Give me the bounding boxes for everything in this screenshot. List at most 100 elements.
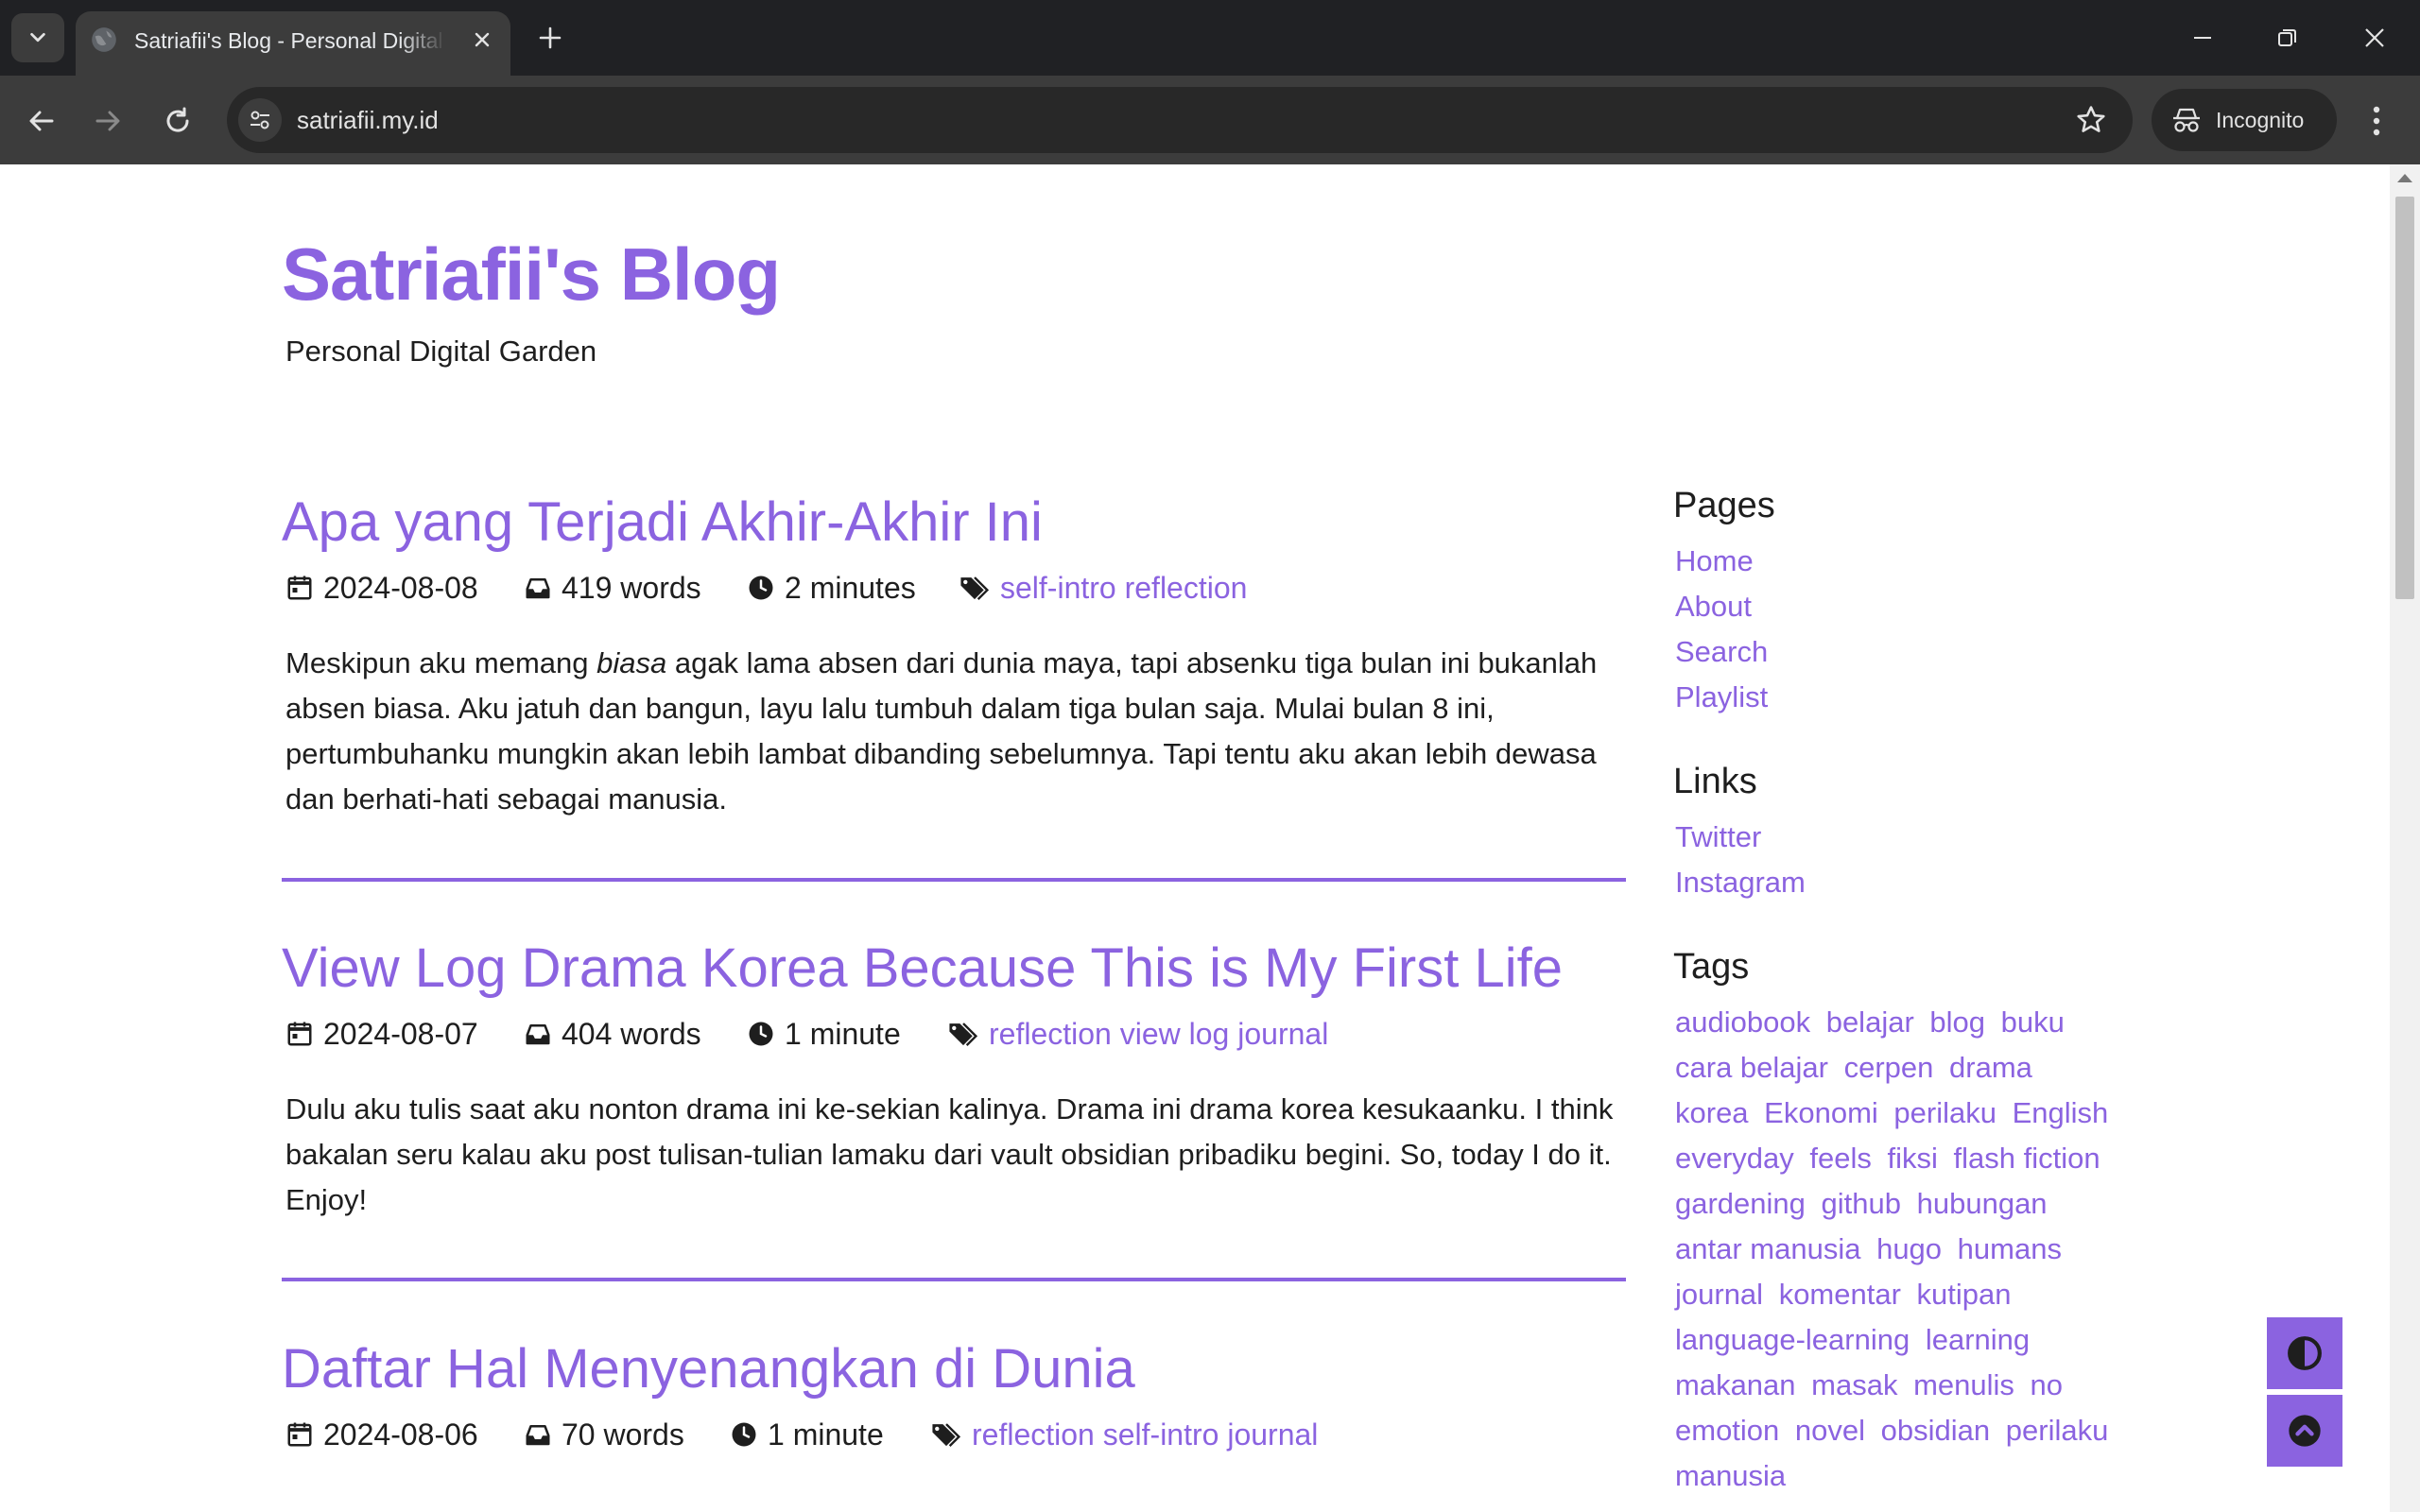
post-item: View Log Drama Korea Because This is My … xyxy=(282,936,1626,1216)
reload-button[interactable] xyxy=(155,98,200,144)
tag-link[interactable]: journal xyxy=(1675,1278,1763,1311)
browser-toolbar: satriafii.my.id Incognito xyxy=(0,76,2420,164)
site-title[interactable]: Satriafii's Blog xyxy=(282,227,781,321)
clock-icon xyxy=(749,576,773,600)
inbox-icon xyxy=(526,578,550,599)
forward-button[interactable] xyxy=(85,98,130,144)
post-title[interactable]: Apa yang Terjadi Akhir-Akhir Ini xyxy=(282,490,1626,556)
new-tab-button[interactable] xyxy=(531,19,569,57)
tag-link[interactable]: cara belajar xyxy=(1675,1051,1828,1084)
post-title[interactable]: Daftar Hal Menyenangkan di Dunia xyxy=(282,1336,1626,1402)
post-excerpt: Dulu aku tulis saat aku nonton drama ini… xyxy=(285,1092,1614,1216)
reload-icon xyxy=(166,107,189,132)
tab-close-button[interactable] xyxy=(465,23,499,57)
tag-link[interactable]: menulis xyxy=(1913,1368,2014,1401)
page-scrollbar[interactable] xyxy=(2390,164,2420,1512)
calendar-icon xyxy=(287,576,312,600)
tab-search-button[interactable] xyxy=(11,13,64,62)
clock-icon xyxy=(749,1022,773,1046)
incognito-label: Incognito xyxy=(2216,108,2305,132)
address-bar[interactable]: satriafii.my.id xyxy=(227,87,2133,153)
sidebar-link-twitter[interactable]: Twitter xyxy=(1675,815,1761,860)
tag-link[interactable]: perilaku xyxy=(1893,1096,1996,1129)
close-icon xyxy=(2365,28,2384,47)
tag-link[interactable]: gardening xyxy=(1675,1187,1806,1220)
globe-icon xyxy=(92,27,116,52)
tag-link[interactable]: flash fiction xyxy=(1954,1142,2100,1175)
tag-link[interactable]: kutipan xyxy=(1917,1278,2012,1311)
post-word-count: 70 words xyxy=(524,1414,684,1455)
post-item: Daftar Hal Menyenangkan di Dunia 2024-08… xyxy=(282,1336,1626,1452)
url-text[interactable]: satriafii.my.id xyxy=(297,103,439,137)
scroll-thumb[interactable] xyxy=(2395,197,2414,599)
incognito-indicator[interactable]: Incognito xyxy=(2152,89,2337,151)
calendar-icon xyxy=(287,1022,312,1046)
scroll-up-arrow-icon[interactable] xyxy=(2397,174,2412,182)
sidebar-link-home[interactable]: Home xyxy=(1675,539,1754,584)
post-date: 2024-08-08 xyxy=(285,567,478,609)
tags-icon xyxy=(949,1022,978,1047)
tag-link[interactable]: feels xyxy=(1809,1142,1871,1175)
plus-icon xyxy=(539,26,562,49)
inbox-icon xyxy=(526,1024,550,1045)
browser-menu-button[interactable] xyxy=(2354,98,2399,144)
tag-link[interactable]: fiksi xyxy=(1888,1142,1938,1175)
tag-link[interactable]: obsidian xyxy=(1881,1414,1990,1447)
tags-icon xyxy=(932,1423,961,1448)
browser-tab[interactable]: Satriafii's Blog - Personal Digital Gard… xyxy=(76,11,510,76)
tag-link[interactable]: blog xyxy=(1929,1005,1985,1039)
more-vert-icon xyxy=(2373,106,2380,136)
post-tags: self-intro reflection xyxy=(959,567,1247,609)
minimize-icon xyxy=(2194,37,2211,39)
tune-icon xyxy=(251,111,269,129)
tag-link[interactable]: makanan xyxy=(1675,1368,1796,1401)
tag-link[interactable]: komentar xyxy=(1779,1278,1901,1311)
restore-icon xyxy=(2278,29,2296,46)
restore-button[interactable] xyxy=(2265,15,2310,60)
incognito-icon xyxy=(2173,108,2200,132)
tag-link[interactable]: audiobook xyxy=(1675,1005,1810,1039)
back-button[interactable] xyxy=(19,98,64,144)
tag-link[interactable]: hugo xyxy=(1876,1232,1942,1265)
tag-link[interactable]: learning xyxy=(1926,1323,2030,1356)
sidebar-link-instagram[interactable]: Instagram xyxy=(1675,860,1806,905)
post-divider xyxy=(282,878,1626,882)
minimize-button[interactable] xyxy=(2180,15,2225,60)
site-subtitle: Personal Digital Garden xyxy=(285,335,597,368)
post-word-count: 419 words xyxy=(524,567,701,609)
tag-link[interactable]: language-learning xyxy=(1675,1323,1910,1356)
tag-link[interactable]: buku xyxy=(2001,1005,2065,1039)
tag-link[interactable]: novel xyxy=(1795,1414,1865,1447)
sidebar-heading-tags: Tags xyxy=(1673,947,1750,987)
post-title[interactable]: View Log Drama Korea Because This is My … xyxy=(282,936,1626,1002)
inbox-icon xyxy=(526,1425,550,1446)
back-to-top-button[interactable] xyxy=(2267,1395,2342,1467)
arrow-up-circle-icon xyxy=(2289,1415,2321,1447)
tag-cloud: audiobook belajar blog buku cara belajar… xyxy=(1675,1000,2110,1499)
sidebar-link-about[interactable]: About xyxy=(1675,584,1752,629)
tag-link[interactable]: belajar xyxy=(1826,1005,1914,1039)
theme-toggle-button[interactable] xyxy=(2267,1317,2342,1389)
star-icon xyxy=(2077,106,2105,132)
close-window-button[interactable] xyxy=(2352,15,2397,60)
post-word-count: 404 words xyxy=(524,1013,701,1055)
contrast-icon xyxy=(2288,1336,2322,1370)
sidebar-link-search[interactable]: Search xyxy=(1675,629,1768,675)
sidebar-heading-pages: Pages xyxy=(1673,486,1775,525)
clock-icon xyxy=(732,1422,756,1447)
page-viewport: Satriafii's Blog Personal Digital Garden… xyxy=(0,164,2390,1512)
post-reading-time: 1 minute xyxy=(747,1013,901,1055)
arrow-right-icon xyxy=(95,111,120,131)
close-icon xyxy=(475,32,490,47)
tag-link[interactable]: cerpen xyxy=(1844,1051,1934,1084)
tag-link[interactable]: github xyxy=(1822,1187,1901,1220)
tag-link[interactable]: Ekonomi xyxy=(1764,1096,1878,1129)
tag-link[interactable]: humans xyxy=(1958,1232,2062,1265)
tab-strip: Satriafii's Blog - Personal Digital Gard… xyxy=(0,0,2420,76)
post-reading-time: 1 minute xyxy=(730,1414,884,1455)
site-info-button[interactable] xyxy=(238,98,282,142)
chevron-down-icon xyxy=(30,32,45,43)
tag-link[interactable]: masak xyxy=(1811,1368,1897,1401)
bookmark-button[interactable] xyxy=(2072,101,2110,139)
sidebar-link-playlist[interactable]: Playlist xyxy=(1675,675,1768,720)
